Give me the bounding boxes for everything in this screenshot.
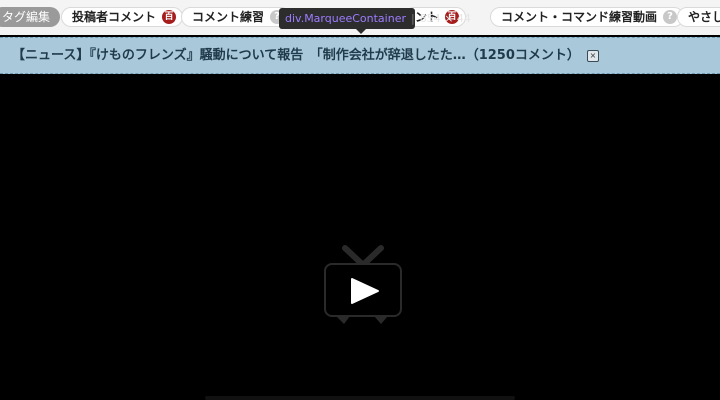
tag-label: コメント・コマンド練習動画 [501, 10, 658, 24]
tag-edit-button[interactable]: タグ編集 [0, 7, 61, 27]
tooltip-element-name: div.MarqueeContainer [285, 12, 406, 25]
tag-item[interactable]: やさし [677, 7, 720, 27]
devtools-tooltip: div.MarqueeContainer | 854 × 44 [279, 8, 471, 29]
marquee-news-link[interactable]: 【ニュース】『けものフレンズ』騒動について報告 「制作会社が辞退したた…（125… [12, 38, 580, 73]
tooltip-size: 854 × 44 [419, 12, 471, 25]
tv-play-icon[interactable] [324, 244, 402, 326]
tag-label: 投稿者コメント [72, 10, 157, 24]
help-icon[interactable]: ? [663, 10, 678, 24]
tag-label: コメント練習 [192, 10, 265, 24]
tag-label: やさし [688, 10, 720, 24]
tag-item[interactable]: 投稿者コメント 百 [61, 7, 184, 27]
video-player[interactable] [0, 74, 720, 400]
seek-bar[interactable] [205, 396, 515, 400]
close-icon[interactable]: × [587, 50, 599, 62]
tooltip-arrow [356, 29, 366, 34]
tag-item[interactable]: コメント・コマンド練習動画 ? [490, 7, 685, 27]
dictionary-icon[interactable]: 百 [162, 10, 177, 24]
tag-item[interactable]: コメント練習 ? [181, 7, 292, 27]
marquee-container[interactable]: 【ニュース】『けものフレンズ』騒動について報告 「制作会社が辞退したた…（125… [0, 37, 720, 74]
tooltip-separator: | [411, 12, 415, 25]
